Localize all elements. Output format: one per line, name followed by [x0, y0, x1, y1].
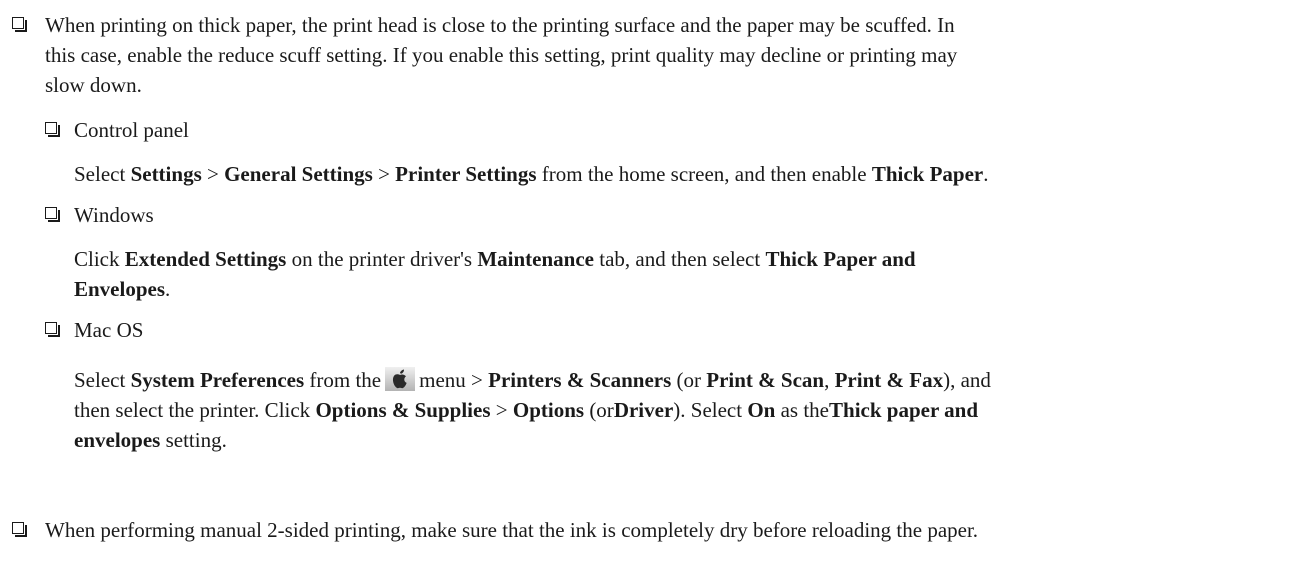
instruction-line: Select System Preferences from the menu … [74, 367, 991, 392]
value-on: On [747, 398, 776, 422]
checkbox-bullet-icon [12, 17, 27, 32]
menu-path-settings: Settings [130, 162, 202, 186]
paragraph-line: When performing manual 2-sided printing,… [45, 518, 979, 542]
checkbox-bullet-icon [45, 322, 60, 337]
menu-printers-scanners: Printers & Scanners [488, 368, 672, 392]
sub-item-heading: Control panel [74, 118, 189, 142]
menu-path-general-settings: General Settings [224, 162, 373, 186]
sub-item-windows: Windows Click Extended Settings on the p… [45, 200, 1285, 315]
sub-item-macos: Mac OS Select System Preferences from th… [45, 315, 1285, 465]
instruction-line: Select Settings > General Settings > Pri… [74, 162, 989, 186]
paragraph-line: slow down. [45, 73, 142, 97]
button-extended-settings: Extended Settings [124, 247, 287, 271]
paragraph-line: this case, enable the reduce scuff setti… [45, 43, 958, 67]
checkbox-bullet-icon [45, 207, 60, 222]
instruction-line: then select the printer. Click Options &… [74, 398, 979, 422]
menu-system-preferences: System Preferences [130, 368, 305, 392]
bullet-item-manual-2-sided: When performing manual 2-sided printing,… [12, 515, 1282, 547]
menu-print-fax: Print & Fax [834, 368, 944, 392]
setting-thick-paper: Thick Paper [871, 162, 984, 186]
tab-driver: Driver [613, 398, 674, 422]
paragraph-line: When printing on thick paper, the print … [45, 13, 955, 37]
checkbox-bullet-icon [45, 122, 60, 137]
checkbox-bullet-icon [12, 522, 27, 537]
apple-menu-icon [385, 367, 416, 391]
tab-options: Options [512, 398, 585, 422]
tab-maintenance: Maintenance [477, 247, 594, 271]
setting-thick-paper-and-envelopes: Thick Paper and [765, 247, 916, 271]
sub-item-control-panel: Control panel Select Settings > General … [45, 115, 1285, 195]
menu-print-scan: Print & Scan [706, 368, 825, 392]
setting-thick-paper-and-envelopes: Thick paper and [829, 398, 979, 422]
instruction-line: envelopes setting. [74, 428, 227, 452]
instruction-line: Click Extended Settings on the printer d… [74, 247, 916, 271]
bullet-item-thick-paper: When printing on thick paper, the print … [12, 10, 1282, 100]
instruction-line: Envelopes. [74, 277, 171, 301]
button-options-supplies: Options & Supplies [315, 398, 491, 422]
sub-item-heading: Windows [74, 203, 154, 227]
menu-path-printer-settings: Printer Settings [395, 162, 537, 186]
sub-item-heading: Mac OS [74, 318, 144, 342]
